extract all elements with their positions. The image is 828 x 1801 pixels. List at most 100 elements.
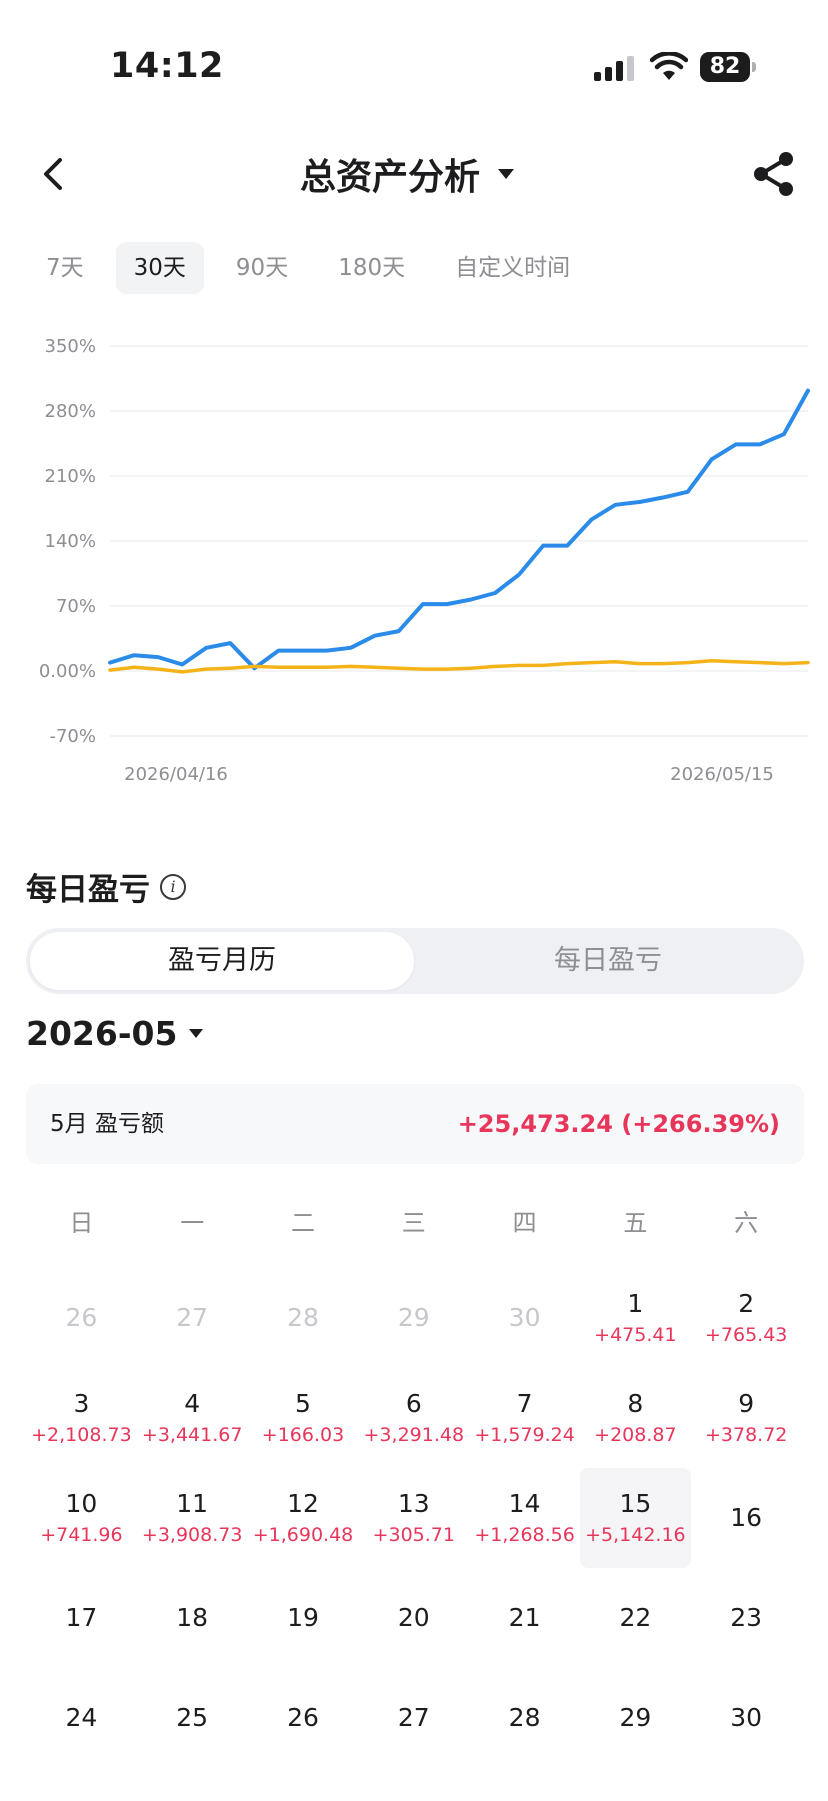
calendar-day-cell[interactable]: 4 +3,441.67 [137,1368,248,1468]
calendar-day-cell[interactable]: 5 +166.03 [248,1368,359,1468]
weekday-header: 日一二三四五六 [26,1180,802,1260]
calendar-day-cell: 28 [248,1268,359,1368]
day-number: 30 [508,1303,541,1332]
day-number: 1 [627,1289,644,1318]
calendar-day-cell[interactable]: 18 [137,1568,248,1668]
day-number: 12 [287,1489,319,1518]
day-number: 24 [65,1703,98,1732]
month-picker[interactable]: 2026-05 [26,1014,204,1053]
calendar-day-cell[interactable]: 17 [26,1568,137,1668]
day-pnl-value: +1,690.48 [252,1524,354,1546]
segment-daily-pnl[interactable]: 每日盈亏 [416,932,800,990]
status-time: 14:12 [110,46,224,86]
day-number: 9 [738,1389,755,1418]
calendar-day-cell[interactable]: 23 [691,1568,802,1668]
month-label: 2026-05 [26,1014,178,1053]
calendar-grid: 26 27 28 29 30 1 +475.41 2 +765.43 3 +2,108.73 4 +3,… [26,1268,802,1768]
day-number: 27 [397,1703,430,1732]
calendar-day-cell[interactable]: 3 +2,108.73 [26,1368,137,1468]
pnl-calendar: 日 一 二 三 四 五 六 26 27 28 29 30 1 +475.41 2 +765.43 3 +2,10… [26,1180,802,1768]
range-tab[interactable]: 自定义时间 [437,242,588,294]
weekday-label: 一 [180,1208,205,1237]
day-number: 7 [516,1389,533,1418]
share-button[interactable] [748,148,800,200]
calendar-day-cell[interactable]: 22 [580,1568,691,1668]
day-number: 29 [397,1303,430,1332]
month-summary: 5月 盈亏额 +25,473.24 (+266.39%) [26,1084,804,1164]
range-tab[interactable]: 7天 [28,242,102,294]
day-number: 25 [176,1703,209,1732]
calendar-day-cell[interactable]: 21 [469,1568,580,1668]
calendar-day-cell[interactable]: 30 [691,1668,802,1768]
day-number: 8 [627,1389,644,1418]
calendar-day-cell[interactable]: 14 +1,268.56 [469,1468,580,1568]
day-number: 23 [730,1603,763,1632]
day-pnl-value: +166.03 [261,1424,345,1446]
day-number: 16 [730,1503,763,1532]
day-number: 20 [397,1603,430,1632]
day-pnl-value: +3,908.73 [141,1524,243,1546]
range-tab[interactable]: 90天 [218,242,306,294]
range-tab[interactable]: 180天 [320,242,423,294]
day-number: 29 [619,1703,652,1732]
day-pnl-value: +765.43 [704,1324,788,1346]
calendar-day-cell[interactable]: 20 [358,1568,469,1668]
total-asset-chart: 350% 280% 210% 140% 70% 0.00% -70% 2026/04/16 20… [39,336,810,785]
day-pnl-value: +3,291.48 [363,1424,465,1446]
info-icon[interactable]: i [160,873,186,900]
calendar-day-cell[interactable]: 27 [358,1668,469,1768]
y-tick-label: 280% [45,401,96,422]
calendar-day-cell[interactable]: 10 +741.96 [26,1468,137,1568]
day-number: 22 [619,1603,652,1632]
weekday-label: 六 [734,1208,759,1237]
y-tick-label: 0.00% [39,661,96,682]
title-dropdown[interactable]: 总资产分析 [300,150,515,198]
calendar-day-cell[interactable]: 8 +208.87 [580,1368,691,1468]
day-number: 11 [176,1489,209,1518]
day-number: 17 [65,1603,98,1632]
battery-icon: 82 [700,52,756,82]
y-tick-label: 140% [45,531,96,552]
calendar-day-cell[interactable]: 2 +765.43 [691,1268,802,1368]
day-number: 5 [295,1389,311,1418]
day-number: 19 [287,1603,319,1632]
range-tabs: 7天 30天 90天 180天 自定义时间 [28,242,602,294]
weekday-label: 五 [623,1208,648,1237]
range-tab[interactable]: 30天 [115,242,204,294]
day-number: 27 [176,1303,209,1332]
calendar-day-cell: 26 [26,1268,137,1368]
calendar-day-cell[interactable]: 13 +305.71 [358,1468,469,1568]
day-number: 21 [508,1603,541,1632]
calendar-day-cell[interactable]: 26 [248,1668,359,1768]
calendar-day-cell[interactable]: 11 +3,908.73 [137,1468,248,1568]
series-line-benchmark [108,659,810,674]
calendar-day-cell[interactable]: 16 [691,1468,802,1568]
calendar-day-cell[interactable]: 15 +5,142.16 [579,1468,691,1568]
calendar-day-cell: 29 [358,1268,469,1368]
calendar-day-cell[interactable]: 24 [26,1668,137,1768]
section-title-text: 每日盈亏 [26,872,150,908]
day-pnl-value: +3,441.67 [141,1424,243,1446]
section-title-daily-pnl: 每日盈亏 i [26,864,186,909]
weekday-label: 三 [401,1208,426,1237]
day-number: 14 [508,1489,541,1518]
x-tick-label: 2026/05/15 [670,764,774,785]
caret-down-icon [189,1029,204,1038]
calendar-day-cell[interactable]: 28 [469,1668,580,1768]
day-number: 6 [405,1389,422,1418]
back-button[interactable] [30,150,78,198]
calendar-day-cell[interactable]: 29 [580,1668,691,1768]
calendar-day-cell[interactable]: 1 +475.41 [580,1268,691,1368]
day-number: 30 [730,1703,763,1732]
day-pnl-value: +1,268.56 [474,1524,575,1546]
calendar-day-cell[interactable]: 25 [137,1668,248,1768]
weekday-label: 日 [69,1208,94,1237]
calendar-day-cell[interactable]: 19 [248,1568,359,1668]
day-number: 13 [397,1489,430,1518]
calendar-day-cell[interactable]: 7 +1,579.24 [469,1368,580,1468]
calendar-day-cell[interactable]: 6 +3,291.48 [358,1368,469,1468]
calendar-day-cell[interactable]: 12 +1,690.48 [248,1468,359,1568]
segment-pnl-calendar[interactable]: 盈亏月历 [30,932,414,990]
y-tick-label: 70% [56,596,96,617]
calendar-day-cell[interactable]: 9 +378.72 [691,1368,802,1468]
